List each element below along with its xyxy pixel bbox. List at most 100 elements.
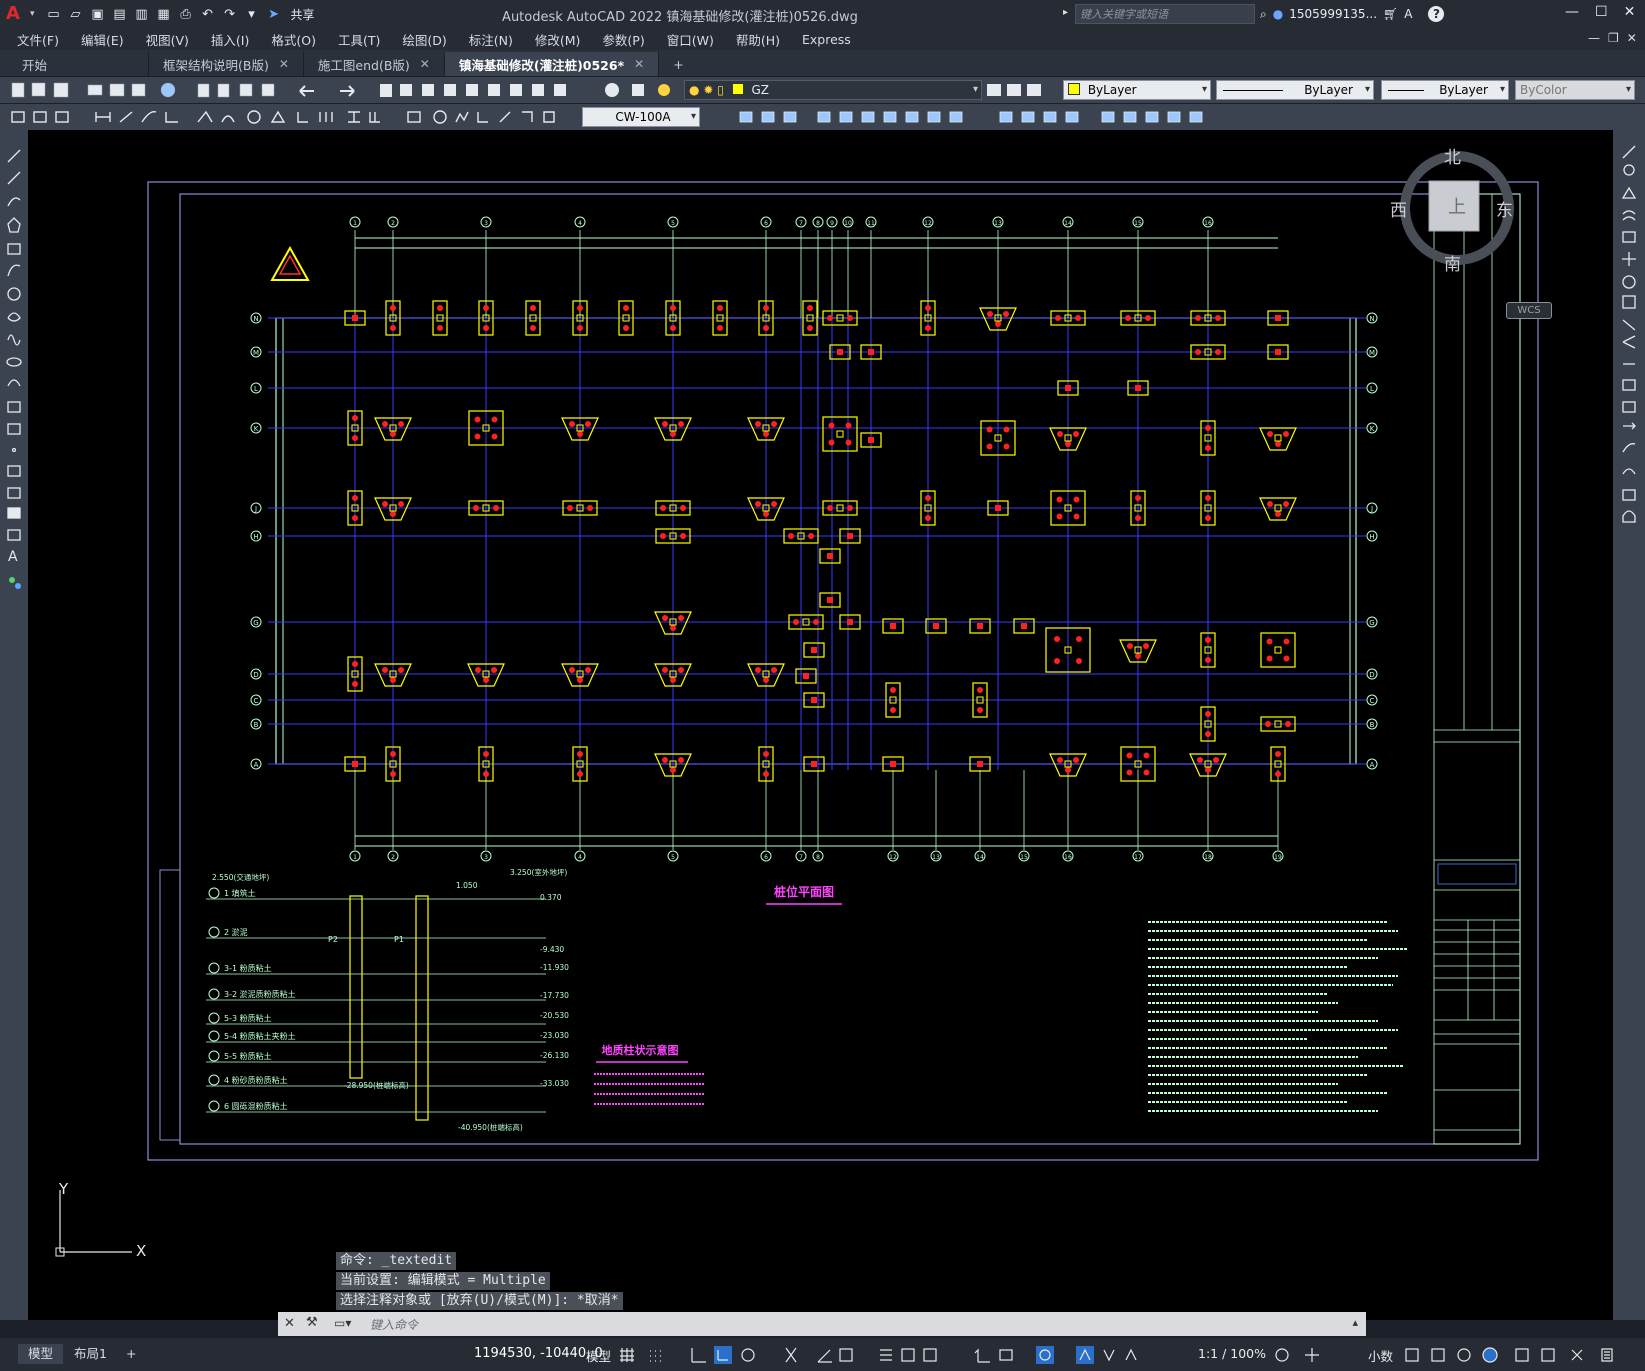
menu-parametric[interactable]: 参数(P): [591, 30, 655, 49]
maximize-icon[interactable]: ☐: [1595, 4, 1608, 20]
chevron-up-icon[interactable]: ▴: [1352, 1316, 1358, 1329]
close-icon[interactable]: ✕: [420, 57, 430, 71]
menu-file[interactable]: 文件(F): [6, 30, 70, 49]
search-input[interactable]: 键入关键字或短语: [1075, 4, 1255, 24]
viewcube-west[interactable]: 西: [1390, 196, 1407, 221]
menu-draw[interactable]: 绘图(D): [391, 30, 457, 49]
layer-tools-icons[interactable]: [985, 81, 1055, 99]
status-toggle-icons[interactable]: [618, 1346, 1198, 1364]
viewcube-south[interactable]: 南: [1444, 250, 1461, 275]
modify-palette-icons[interactable]: [1613, 136, 1645, 536]
layer-combo[interactable]: ● ✹ ▯ GZ ▾: [684, 80, 982, 100]
close-icon[interactable]: ✕: [279, 57, 289, 71]
menu-bar: 文件(F) 编辑(E) 视图(V) 插入(I) 格式(O) 工具(T) 绘图(D…: [0, 28, 1645, 50]
doc-restore-icon[interactable]: ❐: [1608, 31, 1619, 45]
open-file-icon[interactable]: ▱: [67, 5, 85, 23]
tab-construction-end[interactable]: 施工图end(B版) ✕: [304, 52, 445, 76]
search-icon[interactable]: ⌕: [1260, 7, 1267, 22]
tab-framework-notes[interactable]: 框架结构说明(B版) ✕: [149, 52, 304, 76]
pile-p1: [415, 895, 429, 1121]
menu-insert[interactable]: 插入(I): [200, 30, 260, 49]
close-icon[interactable]: ✕: [634, 57, 644, 71]
pile: [890, 707, 896, 713]
pile: [1143, 752, 1150, 759]
autocad-logo-icon[interactable]: A: [6, 3, 28, 25]
doc-minimize-icon[interactable]: —: [1588, 31, 1600, 45]
linetype-combo[interactable]: ByLayer ▾: [1216, 80, 1374, 100]
menu-dimension[interactable]: 标注(N): [458, 30, 524, 49]
new-tab-button[interactable]: +: [659, 52, 697, 76]
menu-express[interactable]: Express: [791, 32, 862, 47]
lineweight-combo[interactable]: ByLayer ▾: [1381, 80, 1509, 100]
design-notes: [1148, 921, 1408, 1112]
standard-toolbar-icons[interactable]: [8, 81, 648, 99]
modify-tool-icons[interactable]: [704, 108, 1214, 126]
share-icon[interactable]: ➤: [265, 5, 283, 23]
open-web-icon[interactable]: ▥: [133, 5, 151, 23]
viewcube-east[interactable]: 东: [1496, 196, 1513, 221]
search-expand-icon[interactable]: ▸: [1063, 7, 1068, 18]
menu-view[interactable]: 视图(V): [135, 30, 200, 49]
status-right-icons[interactable]: [1272, 1346, 1644, 1364]
command-prompt-icon[interactable]: ▭▾: [334, 1316, 351, 1330]
menu-format[interactable]: 格式(O): [260, 30, 327, 49]
plotstyle-combo[interactable]: ByColor ▾: [1515, 80, 1635, 100]
dimstyle-combo[interactable]: CW-100A ▾: [582, 107, 700, 127]
tab-start[interactable]: 开始: [0, 52, 149, 76]
close-icon[interactable]: ✕: [1624, 4, 1636, 20]
menu-window[interactable]: 窗口(W): [656, 30, 725, 49]
new-file-icon[interactable]: ▭: [45, 5, 63, 23]
pile: [977, 761, 983, 767]
viewcube-north[interactable]: 北: [1444, 143, 1461, 168]
pile: [807, 305, 813, 311]
pile: [623, 325, 629, 331]
a360-icon[interactable]: A: [1404, 7, 1412, 21]
save-icon[interactable]: ▣: [89, 5, 107, 23]
redo-icon[interactable]: ↷: [221, 5, 239, 23]
command-input[interactable]: ✕ ⚒ ▭▾ 键入命令 ▴: [278, 1312, 1366, 1336]
tab-layout1[interactable]: 布局1: [64, 1344, 117, 1364]
menu-modify[interactable]: 修改(M): [524, 30, 592, 49]
tab-model[interactable]: 模型: [18, 1344, 64, 1364]
draw-tool-icons[interactable]: A: [0, 140, 28, 600]
save-web-icon[interactable]: ▦: [155, 5, 173, 23]
pile: [1135, 495, 1141, 501]
cart-icon[interactable]: 🛒︎: [1383, 7, 1398, 21]
app-menu-chevron-icon[interactable]: ▾: [30, 9, 35, 19]
undo-icon[interactable]: ↶: [199, 5, 217, 23]
chevron-down-icon: ▾: [690, 111, 696, 122]
geo-layer-bubble: [208, 1074, 220, 1086]
menu-help[interactable]: 帮助(H): [725, 30, 791, 49]
drawing-canvas[interactable]: N N M M L L K K J J H H G G D D C C B B A A 1 2 3 4 5 6 7 8 9 10 11 12 13 1…: [28, 130, 1613, 1320]
share-button[interactable]: 共享: [291, 6, 315, 23]
elevation-label: 0.370: [540, 893, 562, 902]
save-as-icon[interactable]: ▤: [111, 5, 129, 23]
doc-close-icon[interactable]: ✕: [1627, 31, 1637, 45]
wcs-menu[interactable]: WCS: [1506, 302, 1552, 319]
plot-icon[interactable]: ⎙: [177, 5, 195, 23]
viewcube-top[interactable]: 上: [1448, 193, 1466, 219]
customize-chevron-icon[interactable]: ▾: [243, 5, 261, 23]
pile: [868, 437, 874, 443]
menu-edit[interactable]: 编辑(E): [70, 30, 135, 49]
user-name[interactable]: 1505999135...: [1289, 7, 1377, 21]
minimize-icon[interactable]: —: [1565, 4, 1579, 20]
annotation-scale[interactable]: 1:1 / 100%: [1198, 1346, 1266, 1361]
close-icon[interactable]: ✕: [284, 1316, 295, 1331]
model-space-toggle[interactable]: 模型: [586, 1346, 611, 1365]
coordinate-readout[interactable]: 1194530, -10440, 0: [474, 1346, 603, 1361]
menu-tools[interactable]: 工具(T): [327, 30, 391, 49]
axis-label: 19: [1274, 854, 1282, 861]
dimension-tool-icons[interactable]: [8, 108, 578, 126]
tab-current-drawing[interactable]: 镇海基础修改(灌注桩)0526* ✕: [444, 52, 660, 76]
color-combo[interactable]: ByLayer ▾: [1063, 80, 1211, 100]
axis-label: 7: [799, 220, 803, 227]
pile: [1205, 445, 1211, 451]
layer-state-icons[interactable]: [655, 81, 677, 99]
user-icon[interactable]: ●: [1273, 7, 1283, 21]
add-layout-button[interactable]: +: [116, 1344, 146, 1364]
wrench-icon[interactable]: ⚒: [306, 1315, 318, 1330]
help-icon[interactable]: ?: [1428, 6, 1445, 22]
pile: [670, 767, 676, 773]
pile: [678, 667, 684, 673]
